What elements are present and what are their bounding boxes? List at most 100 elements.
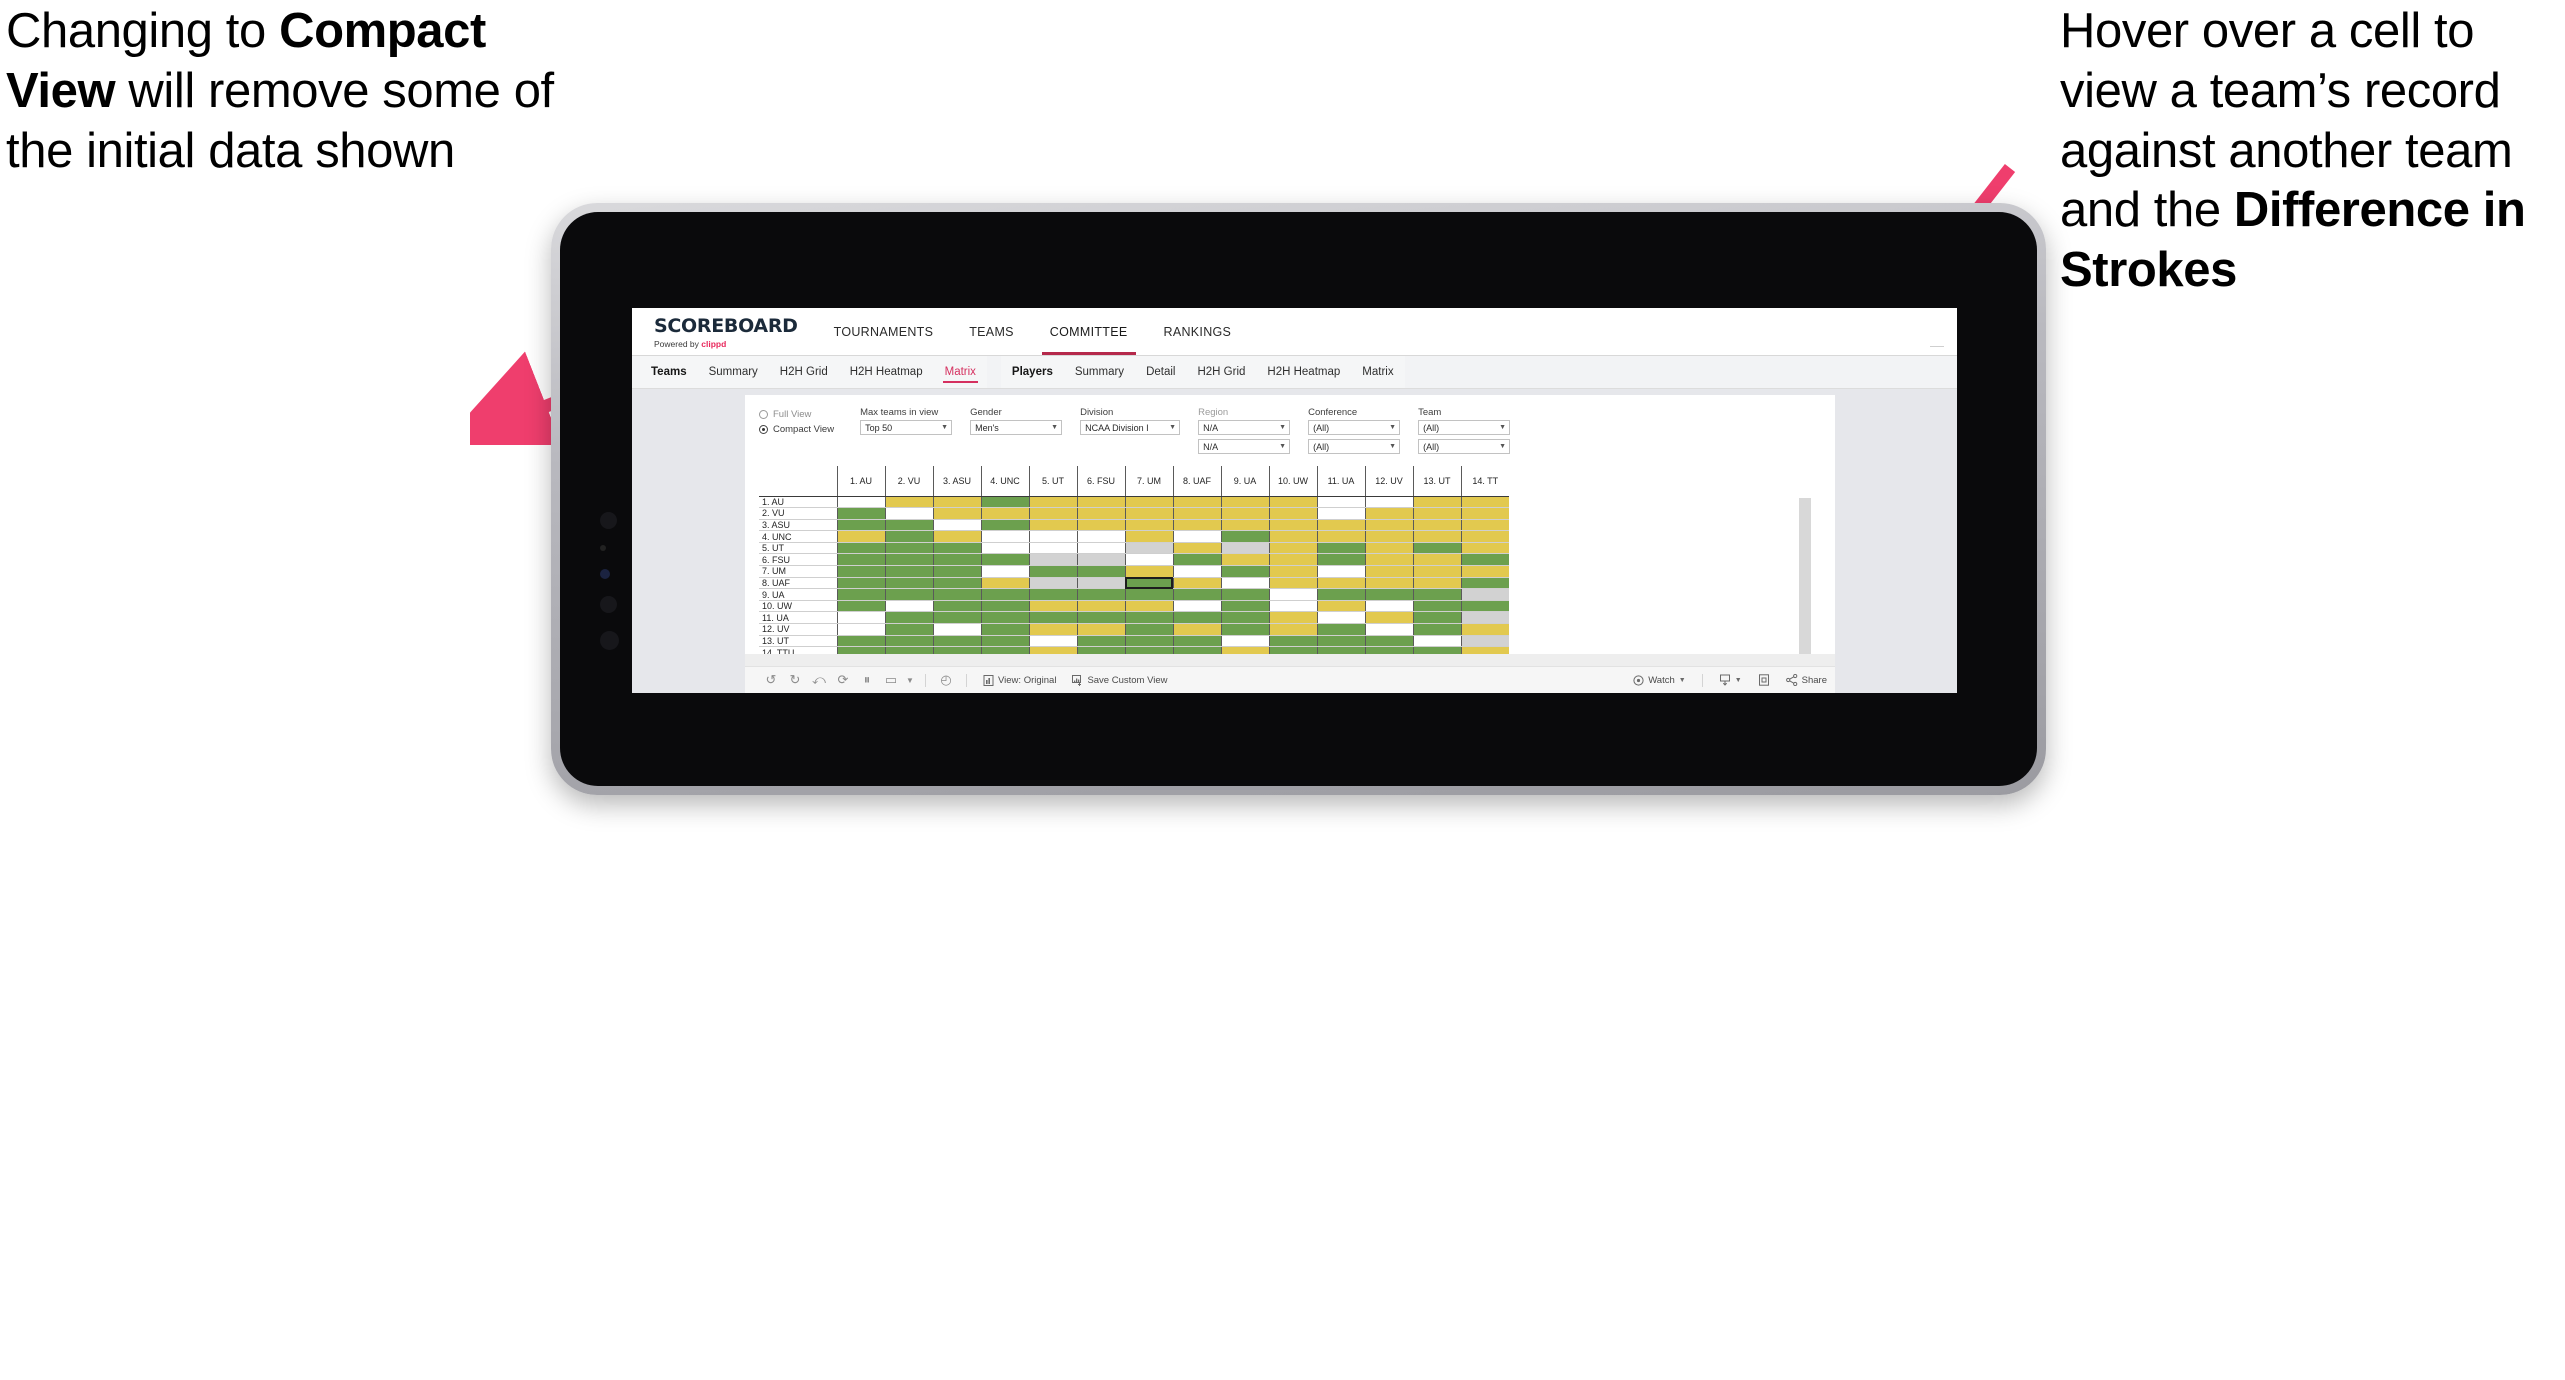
matrix-cell[interactable] — [932, 635, 981, 648]
matrix-cell[interactable] — [1076, 623, 1125, 636]
matrix-cell[interactable] — [1268, 565, 1317, 578]
matrix-cell[interactable] — [1172, 635, 1221, 648]
matrix-cell[interactable] — [932, 611, 981, 625]
matrix-cell[interactable] — [836, 530, 885, 543]
matrix-cell[interactable] — [1028, 565, 1077, 578]
matrix-cell[interactable] — [932, 565, 981, 578]
filter-max-teams-select[interactable]: Top 50 ▼ — [860, 420, 953, 435]
subnav-teams-h2h-heatmap[interactable]: H2H Heatmap — [839, 356, 934, 388]
matrix-cell[interactable] — [836, 496, 885, 509]
matrix-cell[interactable] — [1460, 577, 1509, 590]
matrix-cell[interactable] — [1220, 588, 1269, 601]
matrix-cell[interactable] — [1172, 577, 1221, 590]
matrix-cell[interactable] — [1124, 635, 1173, 648]
matrix-cell[interactable] — [884, 507, 933, 520]
subnav-players-summary[interactable]: Summary — [1064, 356, 1135, 388]
matrix-cell[interactable] — [1460, 600, 1509, 613]
matrix-cell[interactable] — [980, 507, 1029, 520]
matrix-cell[interactable] — [1364, 530, 1413, 543]
matrix-cell[interactable] — [980, 530, 1029, 543]
matrix-cell[interactable] — [1412, 530, 1461, 543]
matrix-cell[interactable] — [1268, 519, 1317, 532]
matrix-cell[interactable] — [1316, 611, 1365, 625]
matrix-cell[interactable] — [1124, 507, 1173, 520]
matrix-cell[interactable] — [836, 635, 885, 648]
subnav-players-h2h-grid[interactable]: H2H Grid — [1186, 356, 1256, 388]
matrix-cell[interactable] — [1460, 611, 1509, 625]
matrix-cell[interactable] — [1220, 530, 1269, 543]
matrix-cell[interactable] — [884, 635, 933, 648]
matrix-cell[interactable] — [1028, 542, 1077, 555]
matrix-cell[interactable] — [1364, 542, 1413, 555]
matrix-cell[interactable] — [1268, 496, 1317, 509]
matrix-cell[interactable] — [932, 496, 981, 509]
matrix-cell[interactable] — [1028, 507, 1077, 520]
matrix-cell[interactable] — [1364, 577, 1413, 590]
matrix-cell[interactable] — [932, 530, 981, 543]
radio-full-view[interactable]: Full View — [759, 409, 834, 420]
matrix-cell[interactable] — [836, 542, 885, 555]
matrix-cell[interactable] — [932, 577, 981, 590]
subnav-teams-h2h-grid[interactable]: H2H Grid — [769, 356, 839, 388]
matrix-cell[interactable] — [1028, 623, 1077, 636]
matrix-cell[interactable] — [1172, 542, 1221, 555]
matrix-cell[interactable] — [980, 565, 1029, 578]
matrix-cell[interactable] — [1460, 519, 1509, 532]
matrix-cell[interactable] — [1316, 588, 1365, 601]
topnav-teams[interactable]: TEAMS — [951, 308, 1032, 355]
matrix-cell[interactable] — [836, 519, 885, 532]
matrix-cell[interactable] — [1220, 507, 1269, 520]
filter-conference-select-2[interactable]: (All) ▼ — [1308, 439, 1401, 454]
matrix-cell[interactable] — [980, 623, 1029, 636]
matrix-cell[interactable] — [1316, 565, 1365, 578]
matrix-cell[interactable] — [1028, 611, 1077, 625]
matrix-cell[interactable] — [1364, 496, 1413, 509]
subnav-players-detail[interactable]: Detail — [1135, 356, 1186, 388]
matrix-cell[interactable] — [1412, 588, 1461, 601]
matrix-cell[interactable] — [884, 542, 933, 555]
matrix-cell[interactable] — [884, 496, 933, 509]
matrix-cell[interactable] — [1220, 600, 1269, 613]
matrix-cell[interactable] — [1364, 623, 1413, 636]
matrix-cell[interactable] — [1220, 611, 1269, 625]
matrix-cell[interactable] — [1172, 553, 1221, 567]
matrix-cell[interactable] — [1076, 577, 1125, 590]
matrix-cell[interactable] — [1460, 507, 1509, 520]
matrix-cell[interactable] — [1412, 600, 1461, 613]
matrix-cell[interactable] — [932, 623, 981, 636]
matrix-cell[interactable] — [1028, 577, 1077, 590]
matrix-cell[interactable] — [1268, 507, 1317, 520]
pause-icon[interactable]: ⏸ — [855, 667, 879, 693]
matrix-cell[interactable] — [1268, 577, 1317, 590]
matrix-cell[interactable] — [1460, 530, 1509, 543]
subnav-teams-summary[interactable]: Summary — [698, 356, 769, 388]
matrix-cell[interactable] — [980, 519, 1029, 532]
matrix-cell[interactable] — [1412, 553, 1461, 567]
matrix-cell[interactable] — [980, 600, 1029, 613]
matrix-cell[interactable] — [1316, 530, 1365, 543]
matrix-cell[interactable] — [1220, 577, 1269, 590]
matrix-cell[interactable] — [1172, 565, 1221, 578]
subnav-teams-matrix[interactable]: Matrix — [934, 356, 987, 388]
matrix-cell[interactable] — [1124, 553, 1173, 567]
matrix-cell[interactable] — [1124, 530, 1173, 543]
topnav-rankings[interactable]: RANKINGS — [1146, 308, 1250, 355]
matrix-cell[interactable] — [1412, 577, 1461, 590]
matrix-cell[interactable] — [1172, 530, 1221, 543]
fullscreen-button[interactable] — [1750, 674, 1778, 686]
matrix-cell[interactable] — [1076, 600, 1125, 613]
matrix-cell[interactable] — [1316, 600, 1365, 613]
matrix-cell[interactable] — [1172, 600, 1221, 613]
matrix-cell[interactable] — [1412, 623, 1461, 636]
matrix-cell[interactable] — [1076, 553, 1125, 567]
matrix-cell[interactable] — [884, 611, 933, 625]
matrix-cell[interactable] — [1028, 519, 1077, 532]
matrix-cell[interactable] — [1364, 600, 1413, 613]
matrix-cell[interactable] — [836, 577, 885, 590]
matrix-cell[interactable] — [1028, 635, 1077, 648]
matrix-cell[interactable] — [1268, 588, 1317, 601]
share-button[interactable]: Share — [1778, 674, 1835, 686]
download-button[interactable]: ▼ — [1711, 674, 1750, 686]
matrix-cell[interactable] — [980, 496, 1029, 509]
matrix-cell[interactable] — [1220, 519, 1269, 532]
